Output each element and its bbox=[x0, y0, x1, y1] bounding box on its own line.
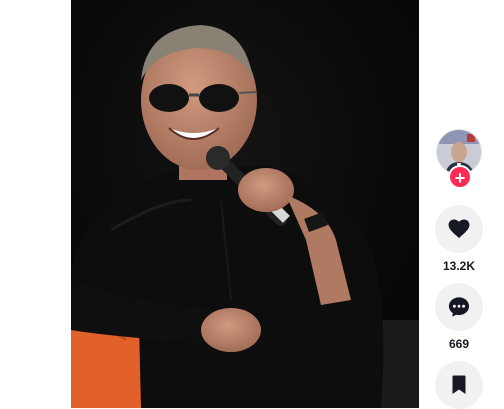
video-frame bbox=[71, 0, 419, 408]
like-button[interactable] bbox=[435, 205, 483, 253]
heart-icon bbox=[448, 219, 470, 239]
bookmark-icon bbox=[452, 375, 466, 394]
video-player[interactable] bbox=[71, 0, 419, 408]
action-rail: + 13.2K 669 bbox=[434, 0, 484, 409]
plus-icon: + bbox=[454, 168, 466, 188]
save-button[interactable] bbox=[435, 361, 483, 409]
comment-icon bbox=[448, 297, 470, 317]
comment-count: 669 bbox=[448, 337, 470, 351]
like-count: 13.2K bbox=[442, 259, 476, 273]
comment-button[interactable] bbox=[435, 283, 483, 331]
follow-button[interactable]: + bbox=[448, 165, 472, 189]
creator-profile[interactable]: + bbox=[436, 129, 482, 189]
